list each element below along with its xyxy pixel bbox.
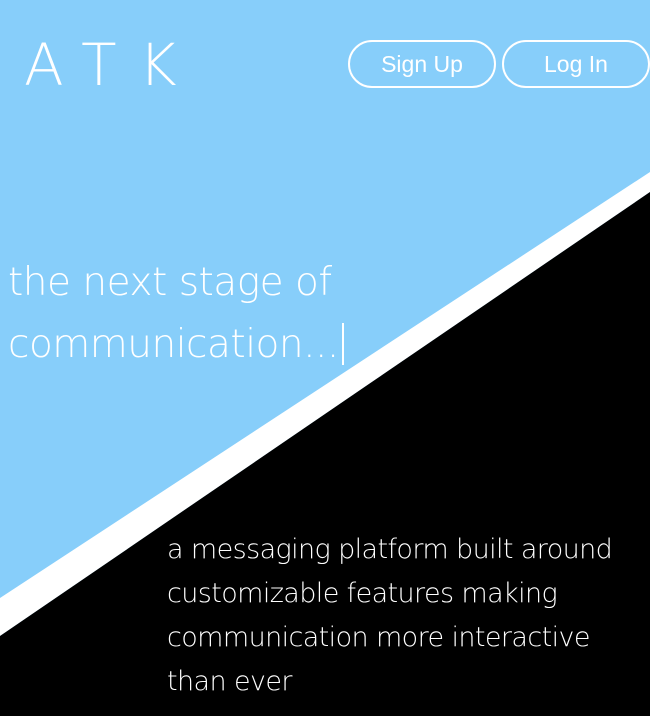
tagline-line-2-text: communication... (8, 322, 339, 367)
brand-logo[interactable]: ATK (24, 30, 199, 100)
auth-nav: Sign Up Log In (348, 40, 650, 88)
tagline-line-2: communication... (8, 314, 344, 376)
log-in-button[interactable]: Log In (502, 40, 650, 88)
sign-up-button[interactable]: Sign Up (348, 40, 496, 88)
tagline-line-1: the next stage of (8, 260, 332, 305)
hero-tagline: the next stage of communication... (8, 252, 344, 376)
platform-description: a messaging platform built around custom… (167, 534, 613, 697)
typing-cursor (341, 323, 344, 365)
